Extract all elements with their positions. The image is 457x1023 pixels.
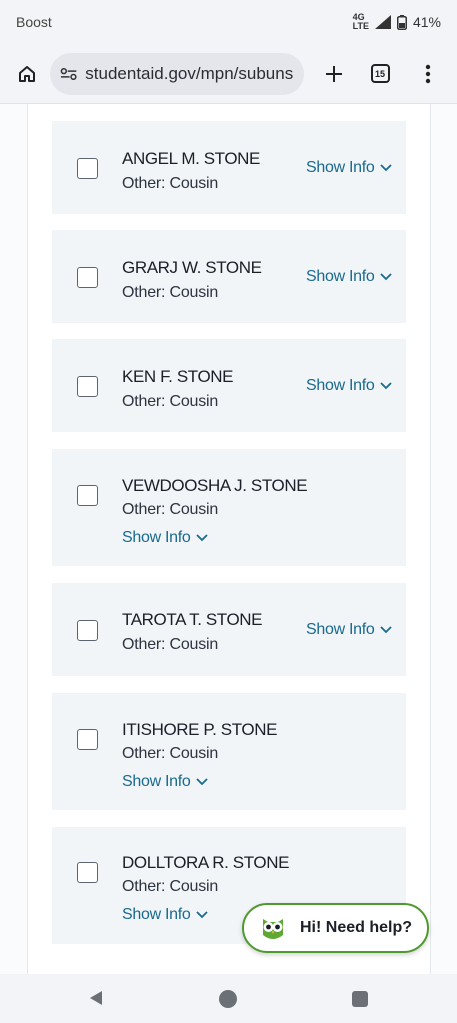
browser-toolbar: studentaid.gov/mpn/subunsu 15 [0,44,457,104]
select-checkbox[interactable] [77,267,98,288]
site-settings-icon[interactable] [60,67,77,81]
reference-list-panel: ANGEL M. STONE Other: Cousin Show Info G… [27,104,431,974]
show-info-label: Show Info [306,377,375,394]
select-checkbox[interactable] [77,729,98,750]
url-text: studentaid.gov/mpn/subunsu [85,63,294,83]
show-info-link[interactable]: Show Info [122,529,209,547]
home-nav-icon[interactable] [219,990,237,1008]
chevron-down-icon [380,273,393,281]
recent-apps-icon[interactable] [352,991,368,1007]
person-card: KEN F. STONE Other: Cousin Show Info [52,339,406,432]
system-nav-bar [0,974,457,1023]
show-info-label: Show Info [306,159,375,176]
browser-menu-button[interactable] [408,54,448,94]
person-relation: Other: Cousin [122,636,219,653]
show-info-label: Show Info [122,529,191,546]
show-info-link[interactable]: Show Info [306,159,393,177]
select-checkbox[interactable] [77,158,98,179]
plus-icon [326,65,342,82]
status-bar: Boost 4G LTE 41% [0,0,457,44]
select-checkbox[interactable] [77,620,98,641]
show-info-link[interactable]: Show Info [122,773,209,791]
chevron-down-icon [196,778,209,786]
battery-level: 41% [412,14,441,30]
person-relation: Other: Cousin [122,393,219,410]
show-info-link[interactable]: Show Info [306,621,393,639]
person-card: TAROTA T. STONE Other: Cousin Show Info [52,583,406,676]
home-icon [19,65,35,82]
person-card: ANGEL M. STONE Other: Cousin Show Info [52,121,406,214]
person-relation: Other: Cousin [122,501,219,518]
more-vert-icon [425,64,431,83]
status-icons: 4G LTE 41% [353,13,441,31]
person-name: KEN F. STONE [122,367,234,386]
carrier-name: Boost [16,14,52,30]
page-content: ANGEL M. STONE Other: Cousin Show Info G… [0,104,457,974]
person-name: DOLLTORA R. STONE [122,853,290,872]
person-name: ANGEL M. STONE [122,149,260,168]
tab-switcher-button[interactable]: 15 [360,54,400,94]
person-name: TAROTA T. STONE [122,610,263,629]
select-checkbox[interactable] [77,376,98,397]
person-relation: Other: Cousin [122,878,219,895]
owl-icon [263,919,283,939]
person-name: ITISHORE P. STONE [122,720,278,739]
person-card: GRARJ W. STONE Other: Cousin Show Info [52,230,406,323]
address-bar[interactable]: studentaid.gov/mpn/subunsu [50,52,304,95]
person-name: VEWDOOSHA J. STONE [122,476,308,495]
chevron-down-icon [380,164,393,172]
new-tab-button[interactable] [314,54,354,94]
show-info-link[interactable]: Show Info [122,906,209,924]
show-info-label: Show Info [306,621,375,638]
person-relation: Other: Cousin [122,175,219,192]
home-button[interactable] [10,57,44,91]
chat-help-button[interactable]: Hi! Need help? [242,903,429,953]
show-info-label: Show Info [122,773,191,790]
show-info-link[interactable]: Show Info [306,377,393,395]
chevron-down-icon [196,534,209,542]
select-checkbox[interactable] [77,485,98,506]
signal-icon [374,15,391,29]
show-info-link[interactable]: Show Info [306,268,393,286]
chat-help-label: Hi! Need help? [300,919,413,936]
chevron-down-icon [196,911,209,919]
battery-icon [396,14,407,30]
show-info-label: Show Info [306,268,375,285]
chevron-down-icon [380,382,393,390]
person-relation: Other: Cousin [122,745,219,762]
person-name: GRARJ W. STONE [122,258,262,277]
person-relation: Other: Cousin [122,284,219,301]
tab-count: 15 [370,64,390,83]
person-card: VEWDOOSHA J. STONE Other: Cousin Show In… [52,449,406,566]
select-checkbox[interactable] [77,862,98,883]
show-info-label: Show Info [122,906,191,923]
chevron-down-icon [380,626,393,634]
back-icon[interactable] [88,990,104,1006]
person-card: ITISHORE P. STONE Other: Cousin Show Inf… [52,693,406,810]
network-type-icon: 4G LTE [352,12,369,31]
